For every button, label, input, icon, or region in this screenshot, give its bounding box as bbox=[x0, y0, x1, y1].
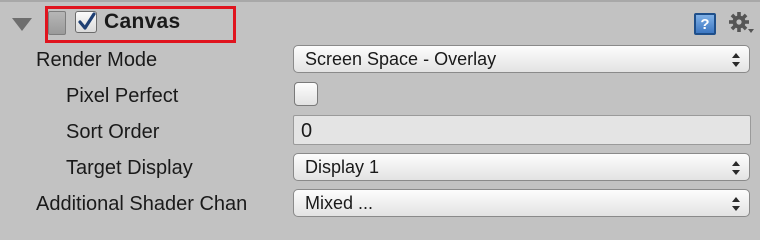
target-display-label: Target Display bbox=[66, 157, 193, 179]
pixel-perfect-label: Pixel Perfect bbox=[66, 85, 179, 107]
target-display-row: Target Display Display 1 bbox=[0, 150, 760, 186]
dropdown-arrows-icon bbox=[732, 161, 740, 175]
sort-order-field[interactable]: 0 bbox=[293, 115, 751, 145]
render-mode-row: Render Mode Screen Space - Overlay bbox=[0, 42, 760, 78]
render-mode-value: Screen Space - Overlay bbox=[305, 49, 497, 69]
component-header: Canvas ? bbox=[0, 2, 760, 43]
pixel-perfect-checkbox[interactable] bbox=[294, 82, 318, 106]
foldout-arrow-icon[interactable] bbox=[12, 18, 32, 31]
sort-order-label: Sort Order bbox=[66, 121, 160, 143]
shader-channels-dropdown[interactable]: Mixed ... bbox=[293, 189, 750, 217]
help-icon[interactable]: ? bbox=[694, 13, 716, 35]
gear-icon[interactable] bbox=[728, 11, 756, 37]
sort-order-value: 0 bbox=[301, 120, 313, 142]
highlight-box bbox=[45, 6, 236, 43]
shader-channels-label: Additional Shader Chan bbox=[36, 193, 248, 215]
pixel-perfect-row: Pixel Perfect bbox=[0, 78, 760, 114]
sort-order-row: Sort Order 0 bbox=[0, 114, 760, 150]
render-mode-label: Render Mode bbox=[36, 49, 158, 71]
shader-channels-value: Mixed ... bbox=[305, 193, 374, 213]
shader-channels-row: Additional Shader Chan Mixed ... bbox=[0, 186, 760, 222]
dropdown-arrows-icon bbox=[732, 53, 740, 67]
target-display-dropdown[interactable]: Display 1 bbox=[293, 153, 750, 181]
render-mode-dropdown[interactable]: Screen Space - Overlay bbox=[293, 45, 750, 73]
dropdown-arrows-icon bbox=[732, 197, 740, 211]
target-display-value: Display 1 bbox=[305, 157, 380, 177]
